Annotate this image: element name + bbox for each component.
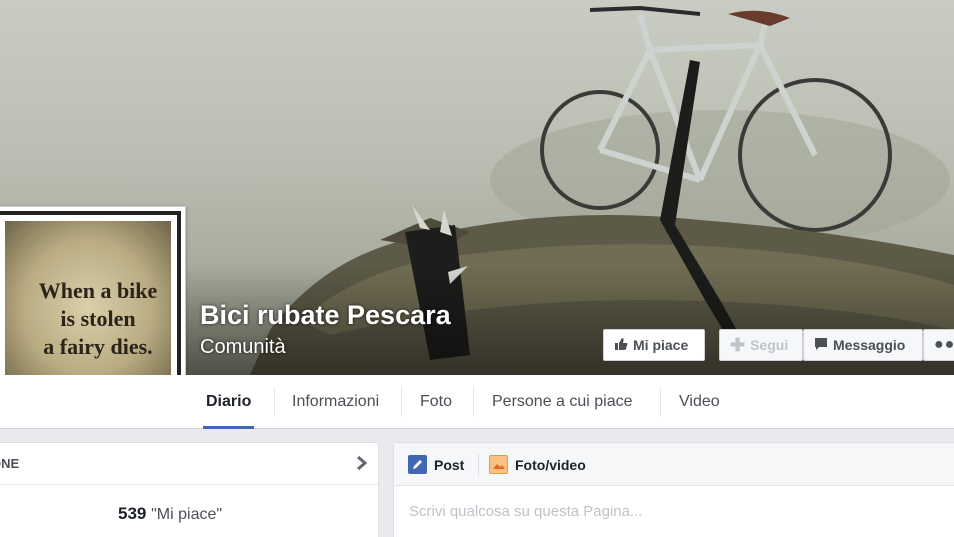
profile-quote: When a bike is stolen a fairy dies. <box>23 277 171 361</box>
message-icon <box>814 337 828 354</box>
follow-button-label: Segui <box>750 337 789 353</box>
more-options-button[interactable]: ●●● <box>923 329 954 361</box>
pencil-icon <box>408 455 427 474</box>
tab-diario[interactable]: Diario <box>202 375 255 429</box>
likes-count: 539 <box>118 504 147 523</box>
composer-tab-photo-label: Foto/video <box>515 456 586 473</box>
tab-foto[interactable]: Foto <box>420 375 452 429</box>
composer-tabs: Post Foto/video <box>394 443 954 486</box>
thumbs-up-icon <box>614 337 628 354</box>
tab-video[interactable]: Video <box>679 375 720 429</box>
tab-persone[interactable]: Persone a cui piace <box>492 375 633 429</box>
like-button[interactable]: Mi piace <box>603 329 705 361</box>
photo-icon <box>489 455 508 474</box>
likes-summary[interactable]: 539 "Mi piace" <box>118 504 222 524</box>
tab-divider <box>473 387 474 417</box>
more-dots-icon: ●●● <box>934 336 954 353</box>
plus-icon: ✚ <box>730 334 746 355</box>
tab-divider <box>660 387 661 417</box>
message-button[interactable]: Messaggio <box>803 329 923 361</box>
page: Bici rubate Pescara Comunità When a bike… <box>0 0 954 537</box>
page-title[interactable]: Bici rubate Pescara <box>200 300 451 331</box>
tab-informazioni[interactable]: Informazioni <box>292 375 379 429</box>
tab-divider <box>401 387 402 417</box>
composer-tab-post-label: Post <box>434 456 465 473</box>
page-nav: Diario Informazioni Foto Persone a cui p… <box>0 375 954 429</box>
people-card-header[interactable]: RSONE <box>0 443 378 485</box>
message-button-label: Messaggio <box>833 337 906 353</box>
page-category[interactable]: Comunità <box>200 336 286 359</box>
quote-line: a fairy dies. <box>43 334 153 359</box>
composer-tab-post[interactable]: Post <box>408 455 464 474</box>
chevron-right-icon[interactable] <box>356 455 368 471</box>
composer-tab-divider <box>478 454 479 476</box>
people-card: RSONE 539 "Mi piace" <box>0 442 379 537</box>
quote-line: is stolen <box>60 306 136 331</box>
profile-photo: When a bike is stolen a fairy dies. <box>5 221 171 393</box>
quote-line: When a bike <box>38 278 158 303</box>
post-composer: Post Foto/video Scrivi qualcosa su quest… <box>393 442 954 537</box>
likes-label: "Mi piace" <box>151 506 223 523</box>
follow-button[interactable]: ✚ Segui <box>719 329 803 361</box>
tab-divider <box>274 387 275 417</box>
composer-tab-photo[interactable]: Foto/video <box>489 455 586 474</box>
like-button-label: Mi piace <box>633 337 689 353</box>
composer-input[interactable]: Scrivi qualcosa su questa Pagina... <box>409 503 642 520</box>
people-card-title: RSONE <box>0 456 20 471</box>
